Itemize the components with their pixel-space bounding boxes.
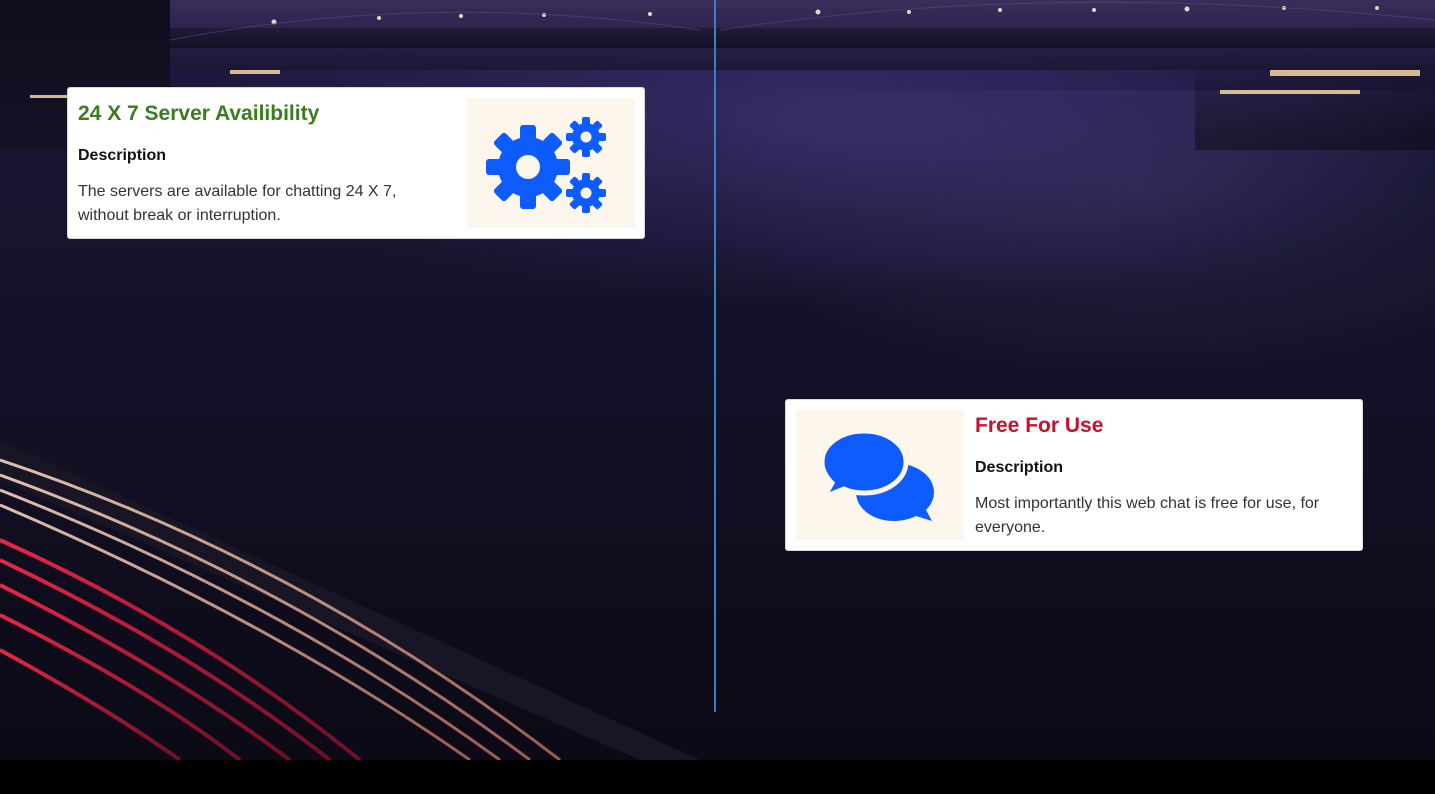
feature-title: 24 X 7 Server Availibility bbox=[78, 102, 320, 125]
feature-subtitle: Description bbox=[975, 459, 1064, 476]
feature-card-server-availability: 24 X 7 Server Availibility Description T… bbox=[67, 87, 645, 239]
feature-title: Free For Use bbox=[975, 414, 1104, 437]
feature-subtitle: Description bbox=[78, 147, 167, 164]
feature-card-free-for-use: Free For Use Description Most importantl… bbox=[785, 399, 1363, 551]
feature-description: Most importantly this web chat is free f… bbox=[975, 495, 1320, 536]
gears-icon bbox=[486, 117, 606, 213]
bottom-strip bbox=[0, 760, 1435, 794]
timeline-line bbox=[714, 0, 716, 712]
feature-media bbox=[796, 410, 964, 540]
feature-media bbox=[467, 98, 635, 228]
chat-bubbles-icon bbox=[820, 428, 934, 521]
water-reflection bbox=[700, 90, 1435, 390]
highway-light-trails bbox=[0, 440, 700, 760]
feature-description: The servers are available for chatting 2… bbox=[78, 183, 397, 224]
